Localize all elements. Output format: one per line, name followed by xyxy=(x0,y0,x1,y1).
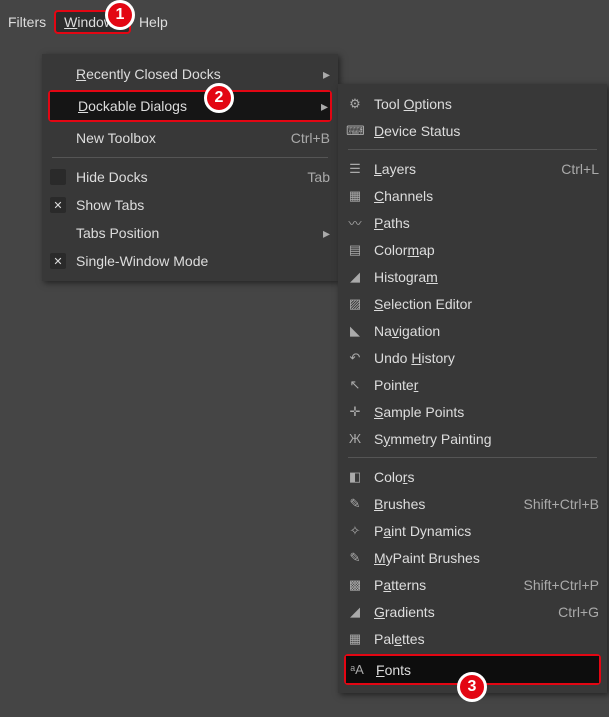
hide-docks[interactable]: Hide DocksTab xyxy=(42,163,338,191)
symmetry-icon: Ж xyxy=(346,431,364,446)
gradients-icon: ◢ xyxy=(346,604,364,620)
tabs-position[interactable]: Tabs Position▸ xyxy=(42,219,338,247)
new-toolbox[interactable]: New ToolboxCtrl+B xyxy=(42,124,338,152)
chevron-right-icon: ▸ xyxy=(321,98,328,115)
channels[interactable]: ▦Channels xyxy=(338,182,607,209)
palettes[interactable]: ▦Palettes xyxy=(338,625,607,652)
device-status[interactable]: ⌨Device Status xyxy=(338,117,607,144)
pointer[interactable]: ↖Pointer xyxy=(338,371,607,398)
chevron-right-icon: ▸ xyxy=(323,66,330,83)
device-status-icon: ⌨ xyxy=(346,123,364,139)
chevron-right-icon: ▸ xyxy=(323,225,330,242)
menu-separator xyxy=(348,457,597,458)
layers-icon: ☰ xyxy=(346,161,364,177)
checkbox-checked-icon xyxy=(50,253,66,269)
selection-editor[interactable]: ▨Selection Editor xyxy=(338,290,607,317)
menu-separator xyxy=(52,157,328,158)
dockable-dialogs-submenu: ⚙Tool Options ⌨Device Status ☰LayersCtrl… xyxy=(338,84,607,693)
layers[interactable]: ☰LayersCtrl+L xyxy=(338,155,607,182)
paths[interactable]: 〰Paths xyxy=(338,209,607,236)
colormap[interactable]: ▤Colormap xyxy=(338,236,607,263)
undo-icon: ↶ xyxy=(346,350,364,366)
histogram-icon: ◢ xyxy=(346,269,364,285)
brushes-icon: ✎ xyxy=(346,496,364,512)
pointer-icon: ↖ xyxy=(346,377,364,393)
patterns[interactable]: ▩PatternsShift+Ctrl+P xyxy=(338,571,607,598)
paint-dynamics[interactable]: ✧Paint Dynamics xyxy=(338,517,607,544)
navigation[interactable]: ◣Navigation xyxy=(338,317,607,344)
symmetry-painting[interactable]: ЖSymmetry Painting xyxy=(338,425,607,452)
navigation-icon: ◣ xyxy=(346,323,364,339)
tool-options[interactable]: ⚙Tool Options xyxy=(338,90,607,117)
mypaint-icon: ✎ xyxy=(346,550,364,566)
menubar: Filters Windows Help xyxy=(0,0,609,30)
annotation-badge-1: 1 xyxy=(105,0,135,30)
undo-history[interactable]: ↶Undo History xyxy=(338,344,607,371)
colors-icon: ◧ xyxy=(346,469,364,485)
patterns-icon: ▩ xyxy=(346,577,364,593)
sample-points-icon: ✛ xyxy=(346,404,364,420)
show-tabs[interactable]: Show Tabs xyxy=(42,191,338,219)
selection-icon: ▨ xyxy=(346,296,364,312)
mypaint-brushes[interactable]: ✎MyPaint Brushes xyxy=(338,544,607,571)
colormap-icon: ▤ xyxy=(346,242,364,258)
checkbox-icon xyxy=(50,169,66,185)
annotation-badge-3: 3 xyxy=(457,672,487,702)
paths-icon: 〰 xyxy=(346,213,364,232)
colors[interactable]: ◧Colors xyxy=(338,463,607,490)
checkbox-checked-icon xyxy=(50,197,66,213)
channels-icon: ▦ xyxy=(346,188,364,204)
windows-menu: Recently Closed Docks▸ Dockable Dialogs▸… xyxy=(42,54,338,281)
gradients[interactable]: ◢GradientsCtrl+G xyxy=(338,598,607,625)
histogram[interactable]: ◢Histogram xyxy=(338,263,607,290)
fonts-icon: ᵃA xyxy=(348,662,366,677)
annotation-badge-2: 2 xyxy=(204,83,234,113)
dockable-dialogs[interactable]: Dockable Dialogs▸ xyxy=(50,92,330,120)
single-window-mode[interactable]: Single-Window Mode xyxy=(42,247,338,275)
menu-separator xyxy=(348,149,597,150)
menubar-filters[interactable]: Filters xyxy=(0,10,54,34)
palettes-icon: ▦ xyxy=(346,631,364,647)
sample-points[interactable]: ✛Sample Points xyxy=(338,398,607,425)
brushes[interactable]: ✎BrushesShift+Ctrl+B xyxy=(338,490,607,517)
dynamics-icon: ✧ xyxy=(346,523,364,539)
menubar-help[interactable]: Help xyxy=(131,10,176,34)
recently-closed-docks[interactable]: Recently Closed Docks▸ xyxy=(42,60,338,88)
tool-options-icon: ⚙ xyxy=(346,96,364,112)
